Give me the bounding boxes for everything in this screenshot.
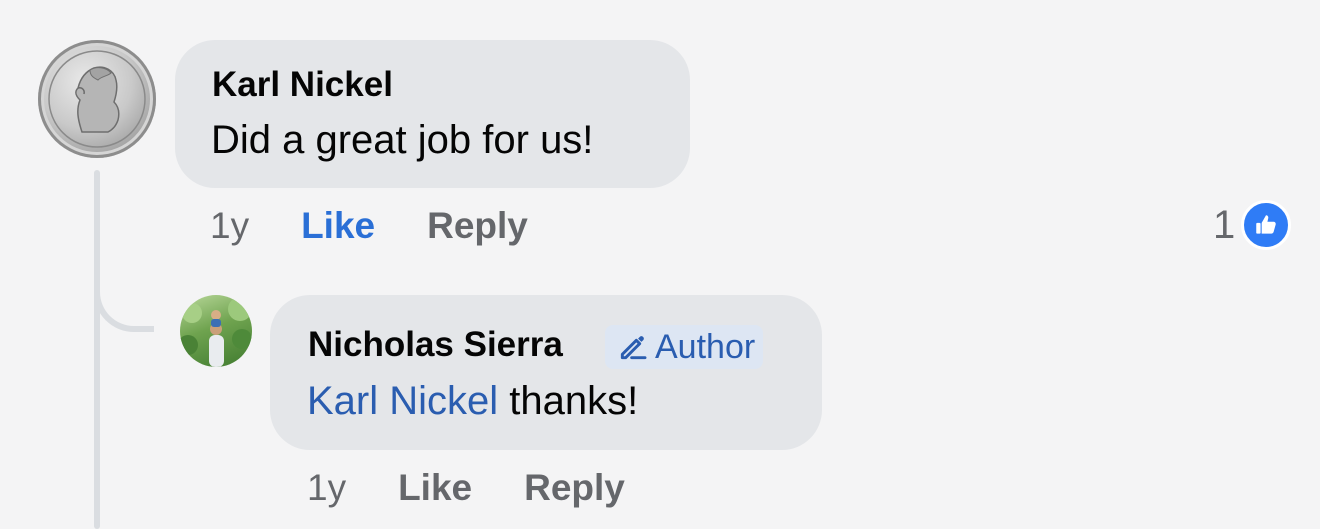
profile-photo-icon [180,297,252,367]
author-badge: Author [605,325,764,369]
comment-author[interactable]: Karl Nickel [212,65,393,105]
mention-link[interactable]: Karl Nickel [307,379,498,423]
thread-line [94,170,100,529]
comment-bubble: Karl Nickel Did a great job for us! [175,40,690,188]
pencil-icon [620,336,647,360]
reaction-count: 1 [1213,202,1236,247]
thumbs-up-icon [1241,200,1292,250]
like-button[interactable]: Like [301,205,375,247]
comment-author[interactable]: Nicholas Sierra [308,325,563,365]
comment-bubble: Nicholas Sierra Author Karl Nickel thank… [270,295,822,450]
comment-text: Did a great job for us! [211,118,594,162]
reaction-summary[interactable]: 1 [1213,200,1292,250]
comment-text: Karl Nickel thanks! [307,379,638,424]
author-badge-label: Author [655,327,756,366]
reply-connector [94,262,154,332]
reply-button[interactable]: Reply [524,467,625,509]
coin-portrait-icon [48,50,146,148]
avatar[interactable] [38,40,156,158]
comment-actions: 1y Like Reply [307,467,625,509]
comment-timestamp[interactable]: 1y [210,205,249,247]
avatar[interactable] [180,295,252,367]
comment-actions: 1y Like Reply [210,205,528,247]
like-button[interactable]: Like [398,467,472,509]
comment-thread: Karl Nickel Did a great job for us! 1y L… [0,0,1320,529]
comment-body: thanks! [498,379,639,423]
comment-timestamp[interactable]: 1y [307,467,346,509]
reply-button[interactable]: Reply [427,205,528,247]
